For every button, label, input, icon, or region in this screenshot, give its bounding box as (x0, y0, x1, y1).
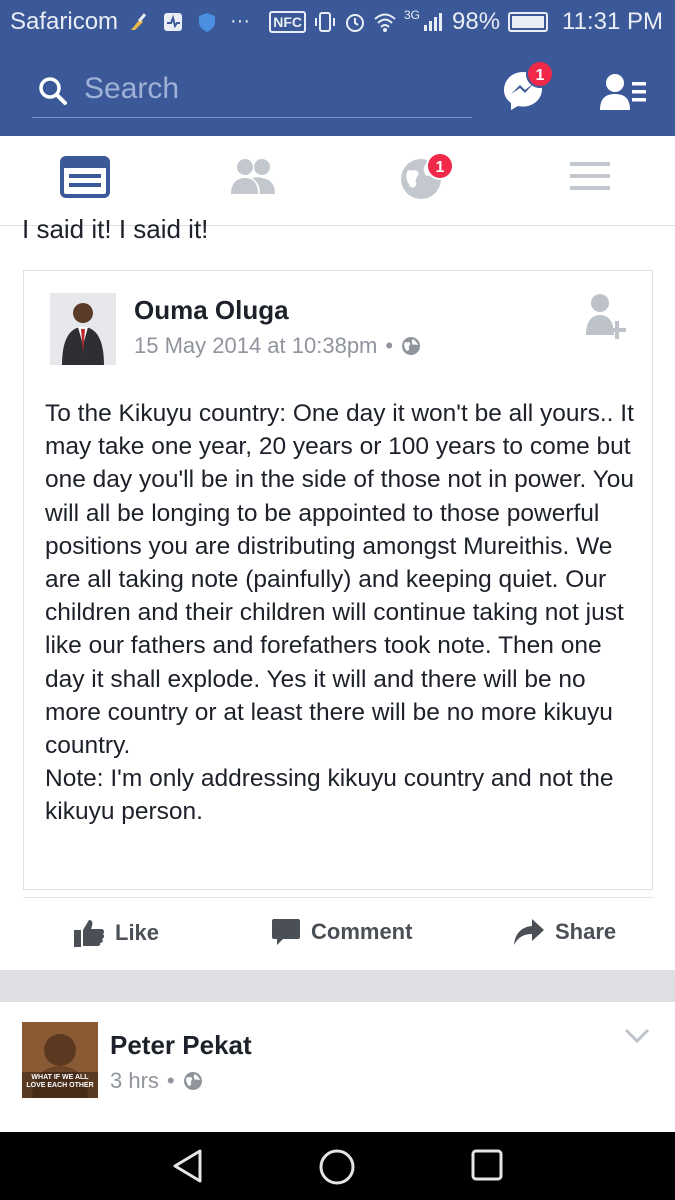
feed-divider (0, 970, 675, 1002)
feed-post[interactable]: WHAT IF WE ALL LOVE EACH OTHER Peter Pek… (0, 1002, 675, 1132)
comment-icon (272, 919, 300, 945)
cleaner-icon (131, 12, 147, 30)
tab-friends[interactable] (228, 156, 288, 206)
friend-requests-button[interactable] (598, 72, 648, 112)
news-feed-icon (60, 156, 110, 198)
recents-icon[interactable] (470, 1148, 504, 1182)
shield-icon (199, 12, 215, 32)
avatar-caption: WHAT IF WE ALL LOVE EACH OTHER (26, 1074, 94, 1089)
shared-post[interactable]: Ouma Oluga 15 May 2014 at 10:38pm • To t… (23, 270, 653, 890)
profile-photo (50, 293, 116, 365)
tab-news-feed[interactable] (60, 156, 120, 206)
friends-icon (231, 159, 275, 194)
post-timestamp[interactable]: 15 May 2014 at 10:38pm (134, 333, 377, 359)
search-placeholder: Search (84, 72, 180, 105)
health-icon (164, 12, 182, 31)
comment-label: Comment (311, 919, 413, 944)
like-label: Like (115, 920, 160, 945)
tab-bar: 1 (0, 136, 675, 226)
tab-menu[interactable] (568, 156, 628, 206)
avatar[interactable] (50, 293, 116, 365)
battery-icon (508, 12, 549, 32)
carrier-name: Safaricom (10, 8, 119, 35)
post-body: To the Kikuyu country: One day it won't … (45, 400, 635, 826)
public-globe-icon (402, 337, 421, 355)
post-meta: 15 May 2014 at 10:38pm • (134, 333, 421, 359)
signal-icon (424, 13, 442, 31)
search-input[interactable]: Search (32, 66, 472, 118)
post-timestamp[interactable]: 3 hrs (110, 1068, 159, 1094)
status-bar: Safaricom ··· NFC 3G 98% 11:31 PM (0, 0, 675, 46)
avatar[interactable]: WHAT IF WE ALL LOVE EACH OTHER (22, 1022, 98, 1098)
search-icon (39, 77, 67, 105)
notifications-badge: 1 (426, 152, 454, 180)
post-actions: Like Comment Share (23, 897, 653, 967)
app-header: Search 1 (0, 46, 675, 136)
alarm-icon (345, 14, 364, 32)
share-label: Share (555, 919, 617, 944)
vibrate-icon (314, 12, 335, 32)
clock: 11:31 PM (562, 8, 663, 35)
add-friend-icon (586, 294, 626, 339)
home-icon[interactable] (318, 1148, 356, 1186)
post-meta: 3 hrs • (110, 1068, 203, 1094)
system-nav-bar (0, 1132, 675, 1200)
like-button[interactable]: Like (73, 918, 159, 948)
share-button[interactable]: Share (513, 918, 616, 946)
tab-notifications[interactable]: 1 (398, 152, 458, 206)
like-icon (74, 920, 105, 947)
friend-requests-icon (600, 74, 646, 110)
meta-separator: • (166, 1068, 175, 1093)
messenger-button[interactable]: 1 (500, 60, 554, 118)
back-icon[interactable] (170, 1148, 206, 1184)
post-caption: I said it! I said it! (22, 214, 209, 244)
post-author[interactable]: Ouma Oluga (134, 295, 289, 326)
public-globe-icon (183, 1072, 202, 1090)
network-type: 3G (403, 8, 420, 22)
status-notification-icons: ··· (128, 10, 254, 33)
post-author[interactable]: Peter Pekat (110, 1030, 252, 1061)
battery-percent: 98% (452, 8, 501, 35)
comment-button[interactable]: Comment (271, 918, 412, 946)
messenger-badge: 1 (526, 60, 554, 88)
meta-separator: • (385, 333, 394, 358)
add-friend-button[interactable] (584, 291, 630, 341)
status-right-icons: NFC 3G 98% 11:31 PM (269, 8, 663, 36)
more-icon: ··· (230, 10, 250, 32)
wifi-icon (374, 13, 396, 32)
nfc-icon: NFC (269, 11, 306, 33)
hamburger-icon (570, 162, 610, 190)
share-icon (514, 919, 544, 945)
chevron-down-icon[interactable] (624, 1028, 650, 1044)
